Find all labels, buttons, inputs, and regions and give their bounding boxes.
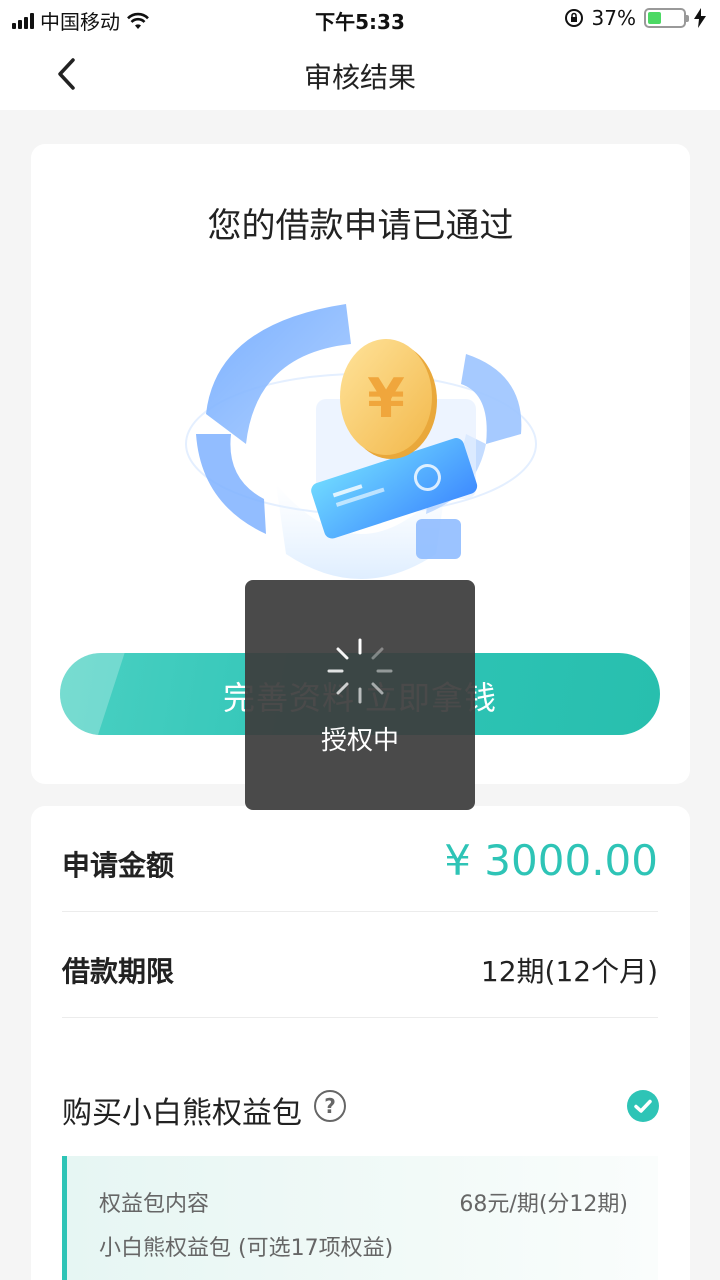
svg-text:¥: ¥	[367, 367, 405, 430]
battery-percent: 37%	[591, 6, 636, 30]
benefit-row[interactable]: 购买小白熊权益包 ?	[62, 1088, 659, 1131]
orientation-lock-icon	[564, 9, 583, 27]
charging-icon	[694, 8, 706, 28]
question-circle-icon[interactable]: ?	[314, 1090, 346, 1122]
page-title: 审核结果	[303, 61, 416, 94]
benefit-package-box: 权益包内容 68元/期(分12期) 小白熊权益包 (可选17项权益)	[62, 1156, 658, 1280]
toast-text: 授权中	[320, 726, 399, 756]
battery-fill	[648, 12, 661, 24]
amount-label: 申请金额	[62, 849, 175, 882]
package-title: 权益包内容	[99, 1192, 210, 1217]
approval-title: 您的借款申请已通过	[207, 206, 514, 246]
loading-toast: 授权中	[245, 580, 475, 810]
nav-bar: 审核结果	[0, 38, 720, 110]
divider	[62, 911, 658, 912]
check-circle-icon[interactable]	[627, 1090, 659, 1122]
term-label: 借款期限	[62, 955, 175, 988]
amount-row: 申请金额 ¥ 3000.00	[62, 836, 658, 885]
benefit-label: 购买小白熊权益包	[62, 1096, 302, 1131]
status-right: 37%	[564, 6, 706, 30]
battery-icon	[644, 8, 689, 28]
package-name: 小白熊权益包 (可选17项权益)	[99, 1236, 394, 1261]
coin-phone-illustration: ¥	[185, 304, 537, 579]
divider	[62, 1017, 658, 1018]
loan-details-card: 申请金额 ¥ 3000.00 借款期限 12期(12个月) 购买小白熊权益包 ?…	[31, 806, 690, 1280]
package-price: 68元/期(分12期)	[459, 1192, 628, 1217]
term-value: 12期(12个月)	[480, 955, 658, 988]
spinner-icon	[327, 638, 393, 704]
status-bar: 中国移动 下午5:33 37%	[0, 0, 720, 38]
checkmark-icon	[634, 1099, 652, 1113]
amount-value: ¥ 3000.00	[444, 836, 658, 885]
term-row: 借款期限 12期(12个月)	[62, 950, 658, 990]
